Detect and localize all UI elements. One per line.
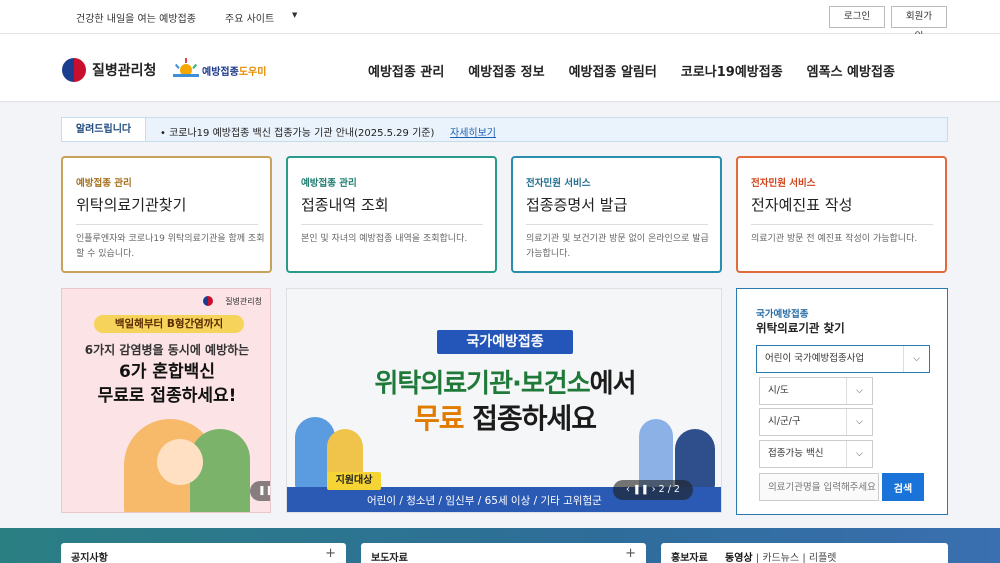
card-category: 전자민원 서비스	[526, 178, 591, 189]
promo-card: 홍보자료 동영상 | 카드뉴스 | 리플렛	[661, 543, 948, 563]
card-category: 예방접종 관리	[301, 178, 357, 189]
card-title: 접종내역 조회	[301, 196, 389, 214]
plus-icon[interactable]: +	[325, 546, 336, 561]
chevron-down-icon[interactable]: ▼	[292, 11, 297, 19]
target-tag: 지원대상	[327, 472, 381, 490]
helper-logo-text[interactable]: 예방접종도우미	[202, 63, 266, 78]
card-description: 의료기관 방문 전 예진표 작성이 가능합니다.	[751, 234, 918, 244]
helper-sun-icon[interactable]	[172, 56, 200, 82]
nav-item-vaccination-management[interactable]: 예방접종 관리	[368, 61, 444, 80]
provider-name-input[interactable]	[759, 473, 879, 501]
sigungu-select[interactable]: 시/군/구 ⌵	[759, 408, 873, 436]
target-list: 어린이 / 청소년 / 임신부 / 65세 이상 / 기타 고위험군	[367, 495, 602, 507]
card-divider	[751, 224, 933, 225]
card-certificate-issue[interactable]: 전자민원 서비스 접종증명서 발급 의료기관 및 보건기관 방문 없이 온라인으…	[511, 156, 722, 273]
main-sites-dropdown[interactable]: 주요 사이트	[225, 10, 274, 25]
card-divider	[76, 224, 258, 225]
login-button[interactable]: 로그인	[829, 6, 885, 28]
main-nav: 예방접종 관리 예방접종 정보 예방접종 알림터 코로나19예방접종 엠폭스 예…	[368, 61, 919, 80]
chevron-down-icon[interactable]: ⌵	[846, 378, 872, 404]
baby-illustration	[157, 439, 203, 485]
program-select[interactable]: 어린이 국가예방접종사업 ⌵	[756, 345, 930, 373]
card-divider	[526, 224, 708, 225]
kdca-emblem-icon	[203, 296, 213, 306]
vaccine-select[interactable]: 접종가능 백신 ⌵	[759, 440, 873, 468]
national-vaccination-banner[interactable]: 국가예방접종 위탁의료기관·보건소에서 무료 접종하세요 지원대상 어린이 / …	[286, 288, 722, 513]
utility-bar: 건강한 내일을 여는 예방접종 주요 사이트 ▼ 로그인 회원가입	[0, 0, 1000, 42]
banner-pause-button[interactable]: ❚❚	[250, 481, 270, 501]
card-find-provider[interactable]: 예방접종 관리 위탁의료기관찾기 인플루엔자와 코로나19 위탁의료기관을 함께…	[61, 156, 272, 273]
card-vaccination-history[interactable]: 예방접종 관리 접종내역 조회 본인 및 자녀의 예방접종 내역을 조회합니다.	[286, 156, 497, 273]
notice-message[interactable]: • 코로나19 예방접종 백신 접종가능 기관 안내(2025.5.29 기준)	[160, 124, 434, 139]
elder-illustration	[639, 419, 673, 489]
notice-more-link[interactable]: 자세히보기	[450, 124, 496, 139]
nav-item-covid19[interactable]: 코로나19예방접종	[681, 61, 783, 80]
card-description: 본인 및 자녀의 예방접종 내역을 조회합니다.	[301, 234, 468, 244]
card-category: 전자민원 서비스	[751, 178, 816, 189]
notice-board-card: 공지사항 +	[61, 543, 346, 563]
banner-line-2: 6가 혼합백신	[119, 362, 215, 382]
chevron-down-icon[interactable]: ⌵	[846, 409, 872, 435]
panel-subtitle: 국가예방접종	[756, 309, 809, 320]
card-title: 접종증명서 발급	[526, 196, 628, 214]
sido-select[interactable]: 시/도 ⌵	[759, 377, 873, 405]
card-e-questionnaire[interactable]: 전자민원 서비스 전자예진표 작성 의료기관 방문 전 예진표 작성이 가능합니…	[736, 156, 947, 273]
banner-label: 국가예방접종	[437, 330, 573, 354]
panel-title: 위탁의료기관 찾기	[756, 321, 845, 335]
hexavalent-vaccine-banner[interactable]: 질병관리청 백일해부터 B형간염까지 6가지 감염병을 동시에 예방하는 6가 …	[61, 288, 271, 513]
card-description: 인플루엔자와 코로나19 위탁의료기관을 함께 조회할 수 있습니다.	[76, 234, 265, 259]
tab-video[interactable]: 동영상	[725, 553, 753, 563]
banner-line-3: 무료로 접종하세요!	[97, 386, 237, 406]
plus-icon[interactable]: +	[625, 546, 636, 561]
tab-leaflet[interactable]: 리플렛	[809, 553, 837, 563]
site-header: 질병관리청 예방접종도우미 예방접종 관리 예방접종 정보 예방접종 알림터 코…	[0, 34, 1000, 102]
board-title: 보도자료	[371, 553, 408, 563]
chevron-down-icon[interactable]: ⌵	[903, 346, 929, 372]
nav-item-vaccination-info[interactable]: 예방접종 정보	[468, 61, 544, 80]
nav-item-mpox[interactable]: 엠폭스 예방접종	[807, 61, 895, 80]
card-title: 위탁의료기관찾기	[76, 196, 187, 214]
nav-item-vaccination-notices[interactable]: 예방접종 알림터	[569, 61, 657, 80]
banner-org-name: 질병관리청	[225, 297, 262, 306]
board-title: 공지사항	[71, 553, 108, 563]
notice-bar: 알려드립니다 • 코로나19 예방접종 백신 접종가능 기관 안내(2025.5…	[61, 117, 948, 142]
card-title: 전자예진표 작성	[751, 196, 853, 214]
join-button[interactable]: 회원가입	[891, 6, 947, 42]
promo-tabs: 동영상 | 카드뉴스 | 리플렛	[725, 553, 837, 563]
banner-line-1: 6가지 감염병을 동시에 예방하는	[84, 343, 250, 357]
card-divider	[301, 224, 483, 225]
provider-search-panel: 국가예방접종 위탁의료기관 찾기 어린이 국가예방접종사업 ⌵ 시/도 ⌵ 시/군/…	[736, 288, 948, 515]
slogan-text: 건강한 내일을 여는 예방접종	[76, 14, 196, 25]
card-category: 예방접종 관리	[76, 178, 132, 189]
chevron-down-icon[interactable]: ⌵	[846, 441, 872, 467]
search-button[interactable]: 검색	[882, 473, 924, 501]
card-description: 의료기관 및 보건기관 방문 없이 온라인으로 발급가능합니다.	[526, 234, 709, 259]
banner-pager[interactable]: ‹ ❚❚ › 2 / 2	[613, 480, 693, 500]
tab-card-news[interactable]: 카드뉴스	[762, 553, 799, 563]
board-title: 홍보자료	[671, 553, 708, 563]
press-release-card: 보도자료 +	[361, 543, 646, 563]
banner-pill: 백일해부터 B형간염까지	[94, 315, 244, 333]
kdca-emblem-icon[interactable]	[62, 58, 86, 82]
notice-tag: 알려드립니다	[62, 118, 146, 141]
banner-headline-1: 위탁의료기관·보건소에서	[374, 369, 636, 399]
kdca-logo-text[interactable]: 질병관리청	[92, 60, 156, 80]
